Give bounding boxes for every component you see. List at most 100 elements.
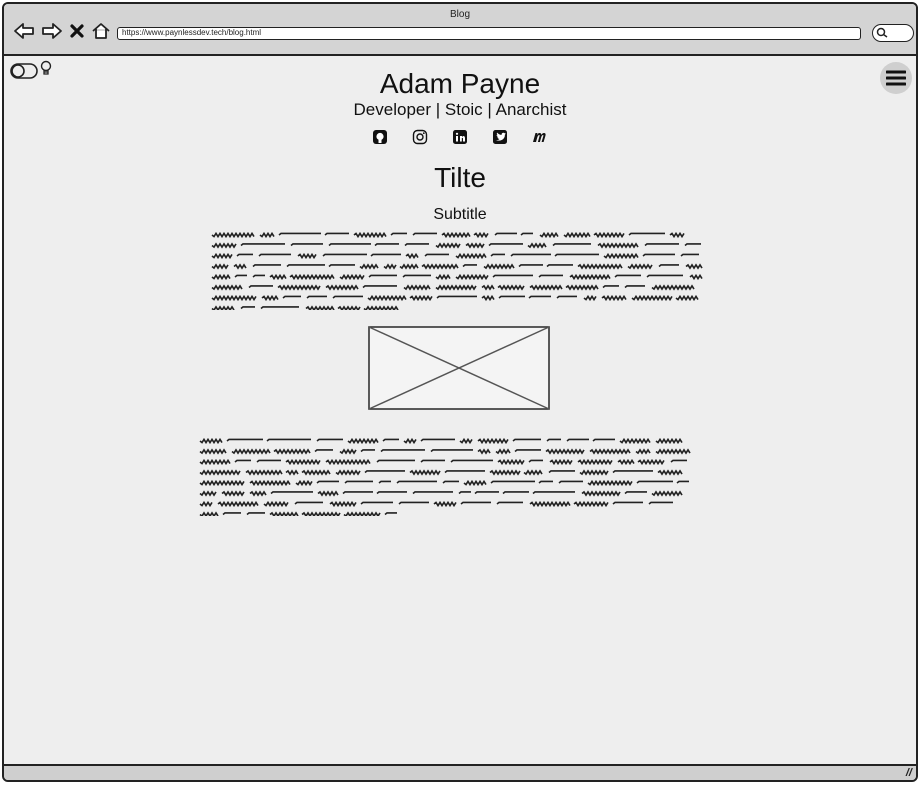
placeholder-text-scribble: [260, 306, 299, 310]
placeholder-text-scribble: [332, 295, 363, 299]
placeholder-text-scribble: [655, 437, 683, 445]
search-field[interactable]: [872, 24, 914, 42]
placeholder-text-scribble: [289, 273, 335, 281]
twitter-icon[interactable]: [491, 128, 509, 146]
placeholder-text-scribble: [684, 243, 701, 247]
placeholder-text-scribble: [538, 480, 553, 484]
placeholder-text-scribble: [512, 438, 541, 442]
placeholder-text-scribble: [236, 253, 253, 257]
placeholder-text-scribble: [420, 459, 445, 463]
placeholder-text-scribble: [481, 294, 495, 302]
placeholder-text-scribble: [444, 470, 485, 474]
placeholder-text-scribble: [316, 438, 343, 442]
placeholder-text-scribble: [367, 294, 407, 302]
placeholder-text-scribble: [624, 285, 645, 289]
placeholder-text-scribble: [628, 232, 665, 236]
placeholder-text-scribble: [252, 264, 281, 268]
placeholder-text-scribble: [655, 448, 691, 455]
placeholder-text-scribble: [577, 263, 623, 270]
placeholder-text-scribble: [554, 253, 599, 257]
placeholder-text-scribble: [593, 231, 625, 239]
placeholder-text-scribble: [527, 242, 547, 249]
close-icon[interactable]: [68, 20, 86, 42]
placeholder-text-scribble: [450, 459, 493, 463]
placeholder-text-scribble: [378, 480, 391, 484]
placeholder-text-scribble: [396, 480, 437, 484]
browser-window: Blog https://www.paynlessdev.tech/blog.h…: [2, 2, 918, 782]
placeholder-text-scribble: [328, 243, 371, 247]
placeholder-text-scribble: [436, 295, 477, 299]
github-icon[interactable]: [371, 128, 389, 146]
placeholder-text-scribble: [211, 252, 233, 260]
resize-grip-icon[interactable]: //: [906, 767, 912, 779]
placeholder-text-scribble: [269, 511, 299, 516]
placeholder-text-scribble: [552, 243, 591, 247]
placeholder-text-scribble: [234, 459, 251, 463]
placeholder-text-scribble: [424, 253, 449, 257]
placeholder-text-scribble: [624, 491, 647, 495]
placeholder-text-scribble: [335, 469, 361, 476]
placeholder-text-scribble: [589, 448, 631, 455]
placeholder-text-scribble: [245, 469, 283, 476]
medium-icon[interactable]: [531, 128, 549, 146]
placeholder-text-scribble: [403, 284, 431, 291]
placeholder-text-scribble: [657, 469, 683, 476]
placeholder-text-scribble: [532, 491, 575, 495]
placeholder-text-scribble: [546, 438, 561, 442]
placeholder-text-scribble: [658, 264, 679, 268]
placeholder-text-scribble: [231, 448, 271, 455]
placeholder-text-scribble: [473, 231, 489, 239]
placeholder-text-scribble: [514, 449, 541, 453]
address-bar[interactable]: https://www.paynlessdev.tech/blog.html: [117, 27, 861, 40]
placeholder-text-scribble: [462, 264, 477, 268]
placeholder-text-scribble: [339, 273, 365, 281]
placeholder-text-scribble: [211, 242, 237, 249]
placeholder-text-scribble: [435, 242, 461, 249]
placeholder-text-scribble: [211, 231, 255, 239]
placeholder-text-scribble: [490, 480, 535, 484]
placeholder-text-scribble: [266, 438, 311, 442]
forward-arrow-icon[interactable]: [40, 20, 64, 42]
placeholder-text-scribble: [433, 500, 457, 508]
placeholder-text-scribble: [270, 491, 313, 495]
placeholder-text-scribble: [325, 284, 359, 291]
placeholder-text-scribble: [360, 449, 375, 453]
back-arrow-icon[interactable]: [12, 20, 36, 42]
post-subtitle: Subtitle: [433, 206, 487, 223]
placeholder-text-scribble: [545, 448, 585, 455]
placeholder-text-scribble: [498, 295, 525, 299]
placeholder-text-scribble: [617, 458, 635, 466]
placeholder-text-scribble: [360, 501, 393, 505]
placeholder-text-scribble: [675, 294, 699, 302]
instagram-icon[interactable]: [411, 128, 429, 146]
placeholder-text-scribble: [489, 469, 521, 476]
placeholder-text-scribble: [680, 253, 699, 257]
placeholder-text-scribble: [581, 490, 621, 497]
placeholder-text-scribble: [273, 448, 311, 455]
placeholder-text-scribble: [322, 253, 367, 257]
placeholder-text-scribble: [520, 232, 533, 236]
placeholder-text-scribble: [637, 458, 665, 466]
home-icon[interactable]: [90, 20, 112, 42]
placeholder-text-scribble: [563, 231, 591, 239]
linkedin-icon[interactable]: [451, 128, 469, 146]
placeholder-text-scribble: [455, 273, 489, 281]
placeholder-text-scribble: [548, 470, 575, 474]
placeholder-text-scribble: [199, 469, 241, 476]
placeholder-text-scribble: [305, 305, 335, 310]
placeholder-text-scribble: [374, 243, 399, 247]
placeholder-text-scribble: [635, 448, 651, 455]
placeholder-text-scribble: [523, 469, 543, 476]
placeholder-text-scribble: [282, 295, 301, 299]
placeholder-text-scribble: [368, 274, 397, 278]
placeholder-text-scribble: [420, 438, 455, 442]
placeholder-text-scribble: [328, 264, 355, 268]
placeholder-text-scribble: [497, 284, 525, 291]
placeholder-text-scribble: [529, 500, 571, 508]
placeholder-text-scribble: [290, 243, 323, 247]
placeholder-text-scribble: [549, 458, 573, 466]
placeholder-text-scribble: [459, 437, 473, 445]
placeholder-text-scribble: [556, 295, 577, 299]
placeholder-text-scribble: [258, 253, 291, 257]
placeholder-text-scribble: [342, 491, 373, 495]
